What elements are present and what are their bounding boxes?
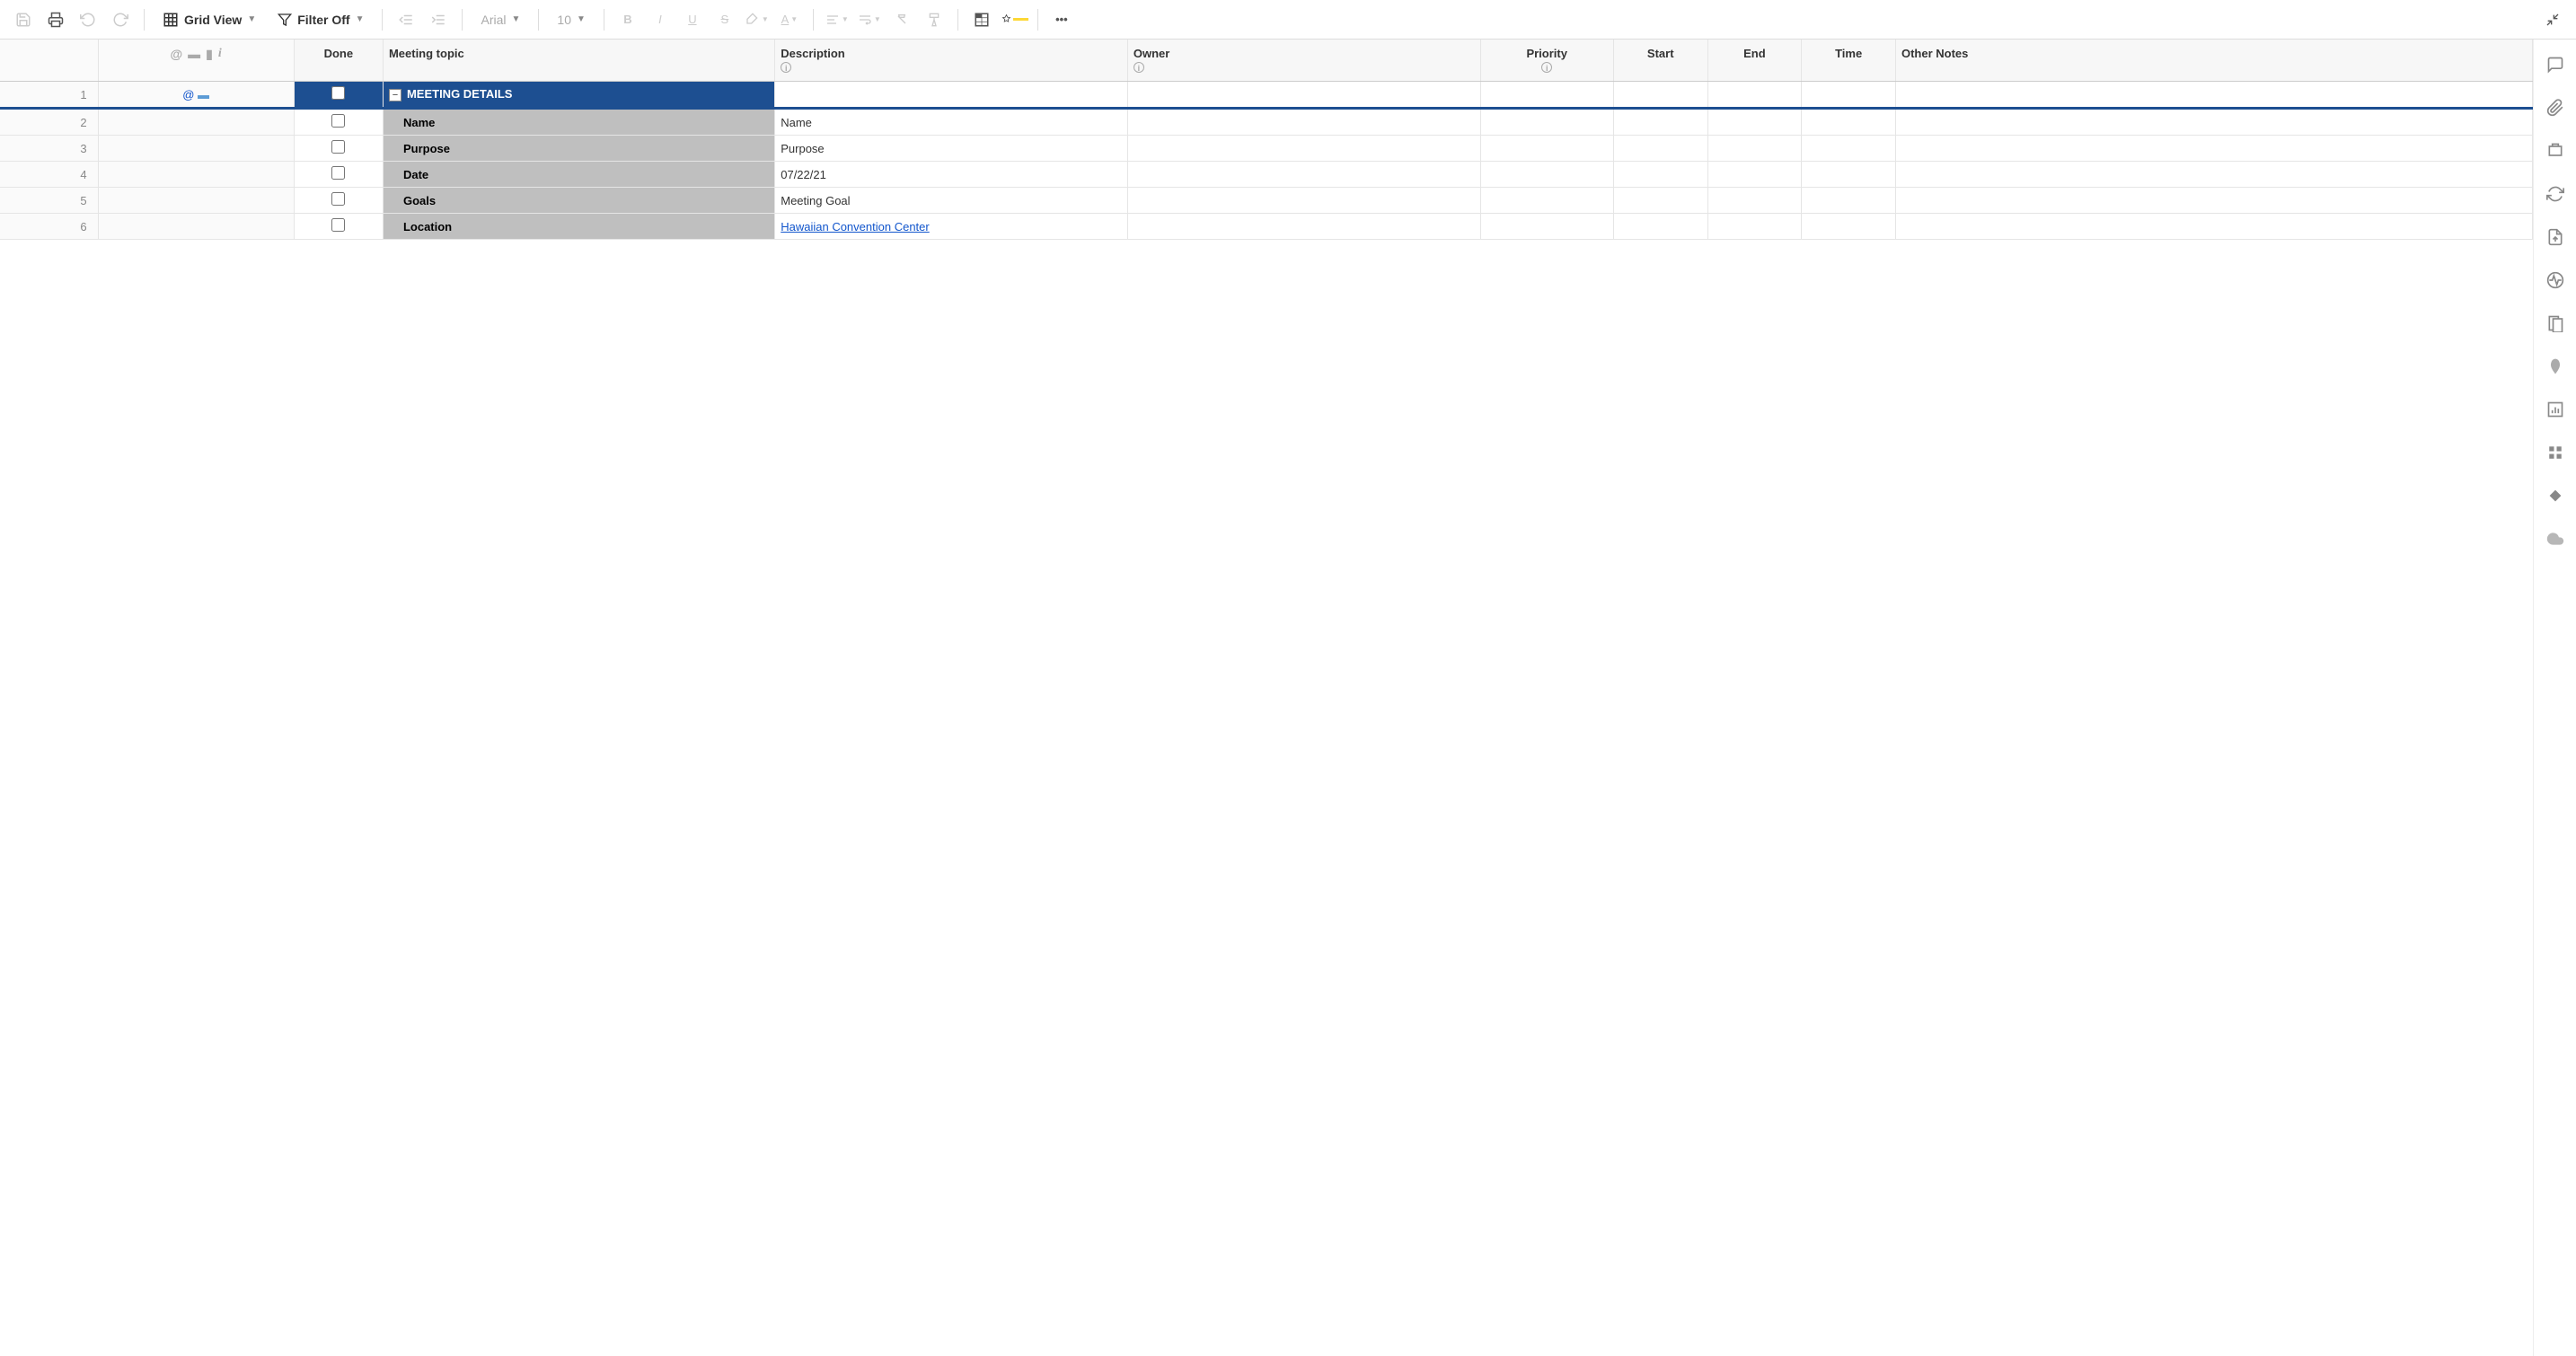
caret-down-icon: ▼ [577, 14, 586, 24]
fontsize-label: 10 [557, 13, 571, 27]
col-header-start[interactable]: Start [1613, 40, 1707, 82]
detail-value[interactable]: 07/22/21 [775, 162, 1128, 188]
row-number[interactable]: 1 [0, 82, 98, 109]
attachment-icon[interactable]: @ [182, 88, 194, 101]
caret-down-icon: ▼ [356, 14, 365, 24]
row-gutter [98, 188, 294, 214]
chart-icon[interactable] [2545, 399, 2566, 420]
filter-dropdown[interactable]: Filter Off ▼ [269, 5, 373, 34]
done-checkbox[interactable] [331, 140, 345, 154]
publish-icon[interactable] [2545, 226, 2566, 248]
comments-panel-icon[interactable] [2545, 54, 2566, 75]
undo-button [74, 5, 102, 34]
diamond-icon[interactable] [2545, 485, 2566, 506]
right-panel [2533, 40, 2576, 1356]
col-header-desc[interactable]: Descriptioni [775, 40, 1128, 82]
redo-button [106, 5, 135, 34]
row-gutter [98, 109, 294, 136]
detail-label[interactable]: Date [383, 162, 774, 188]
col-header-end[interactable]: End [1707, 40, 1802, 82]
highlight-button[interactable] [1000, 5, 1028, 34]
proof-panel-icon[interactable] [2545, 140, 2566, 162]
sheet-area[interactable]: @▬▮iDoneMeeting topicDescriptioniOwneriP… [0, 40, 2533, 1356]
collapse-panel-button[interactable] [2538, 5, 2567, 34]
done-checkbox[interactable] [331, 166, 345, 180]
strikethrough-button: S [710, 5, 739, 34]
row-number[interactable]: 5 [0, 188, 98, 214]
more-button[interactable]: ••• [1047, 5, 1076, 34]
summary-icon[interactable] [2545, 313, 2566, 334]
section-meeting-details[interactable]: −MEETING DETAILS [383, 82, 774, 109]
col-header-priority[interactable]: Priorityi [1480, 40, 1613, 82]
caret-down-icon: ▼ [512, 14, 521, 24]
format-paint-button [920, 5, 948, 34]
fill-color-button: ▼ [743, 5, 772, 34]
col-header-notes[interactable]: Other Notes [1895, 40, 2532, 82]
indent-button [424, 5, 453, 34]
activity-log-icon[interactable] [2545, 269, 2566, 291]
font-dropdown[interactable]: Arial ▼ [472, 5, 529, 34]
row-number[interactable]: 2 [0, 109, 98, 136]
fontsize-dropdown[interactable]: 10 ▼ [548, 5, 594, 34]
comment-icon[interactable]: ▬ [198, 88, 209, 101]
font-label: Arial [481, 13, 506, 27]
location-link[interactable]: Hawaiian Convention Center [781, 220, 929, 233]
detail-label[interactable]: Goals [383, 188, 774, 214]
apps-icon[interactable] [2545, 442, 2566, 463]
print-button[interactable] [41, 5, 70, 34]
underline-button: U [678, 5, 707, 34]
detail-value[interactable]: Hawaiian Convention Center [775, 214, 1128, 240]
done-checkbox[interactable] [331, 86, 345, 100]
outdent-button [392, 5, 420, 34]
attachments-panel-icon[interactable] [2545, 97, 2566, 119]
toolbar: Grid View ▼ Filter Off ▼ Arial ▼ 10 ▼ B … [0, 0, 2576, 40]
info-header-icon: i [218, 47, 222, 62]
collapse-toggle[interactable]: − [389, 89, 401, 101]
filter-label: Filter Off [297, 13, 349, 27]
save-button [9, 5, 38, 34]
bold-button: B [613, 5, 642, 34]
done-checkbox[interactable] [331, 114, 345, 128]
align-button: ▼ [823, 5, 851, 34]
reminder-header-icon: ▮ [206, 47, 213, 62]
done-checkbox[interactable] [331, 192, 345, 206]
row-gutter [98, 136, 294, 162]
detail-value[interactable]: Name [775, 109, 1128, 136]
wrap-button: ▼ [855, 5, 884, 34]
detail-value[interactable]: Purpose [775, 136, 1128, 162]
detail-label[interactable]: Location [383, 214, 774, 240]
row-number[interactable]: 3 [0, 136, 98, 162]
update-request-icon[interactable] [2545, 183, 2566, 205]
col-header-time[interactable]: Time [1802, 40, 1896, 82]
col-header-topic[interactable]: Meeting topic [383, 40, 774, 82]
detail-label[interactable]: Name [383, 109, 774, 136]
italic-button: I [646, 5, 675, 34]
row-number[interactable]: 4 [0, 162, 98, 188]
detail-label[interactable]: Purpose [383, 136, 774, 162]
row-number[interactable]: 6 [0, 214, 98, 240]
row-gutter [98, 214, 294, 240]
attachment-header-icon: @ [171, 47, 183, 62]
view-dropdown[interactable]: Grid View ▼ [154, 5, 265, 34]
cloud-icon[interactable] [2545, 528, 2566, 550]
comment-header-icon: ▬ [188, 47, 200, 62]
detail-value[interactable]: Meeting Goal [775, 188, 1128, 214]
done-checkbox[interactable] [331, 218, 345, 232]
text-color-button: A▼ [775, 5, 804, 34]
row-gutter [98, 162, 294, 188]
caret-down-icon: ▼ [247, 14, 256, 24]
conditional-format-button[interactable] [967, 5, 996, 34]
clear-format-button [887, 5, 916, 34]
view-label: Grid View [184, 13, 242, 27]
col-header-owner[interactable]: Owneri [1127, 40, 1480, 82]
brandfolder-icon[interactable] [2545, 356, 2566, 377]
col-header-done[interactable]: Done [294, 40, 383, 82]
